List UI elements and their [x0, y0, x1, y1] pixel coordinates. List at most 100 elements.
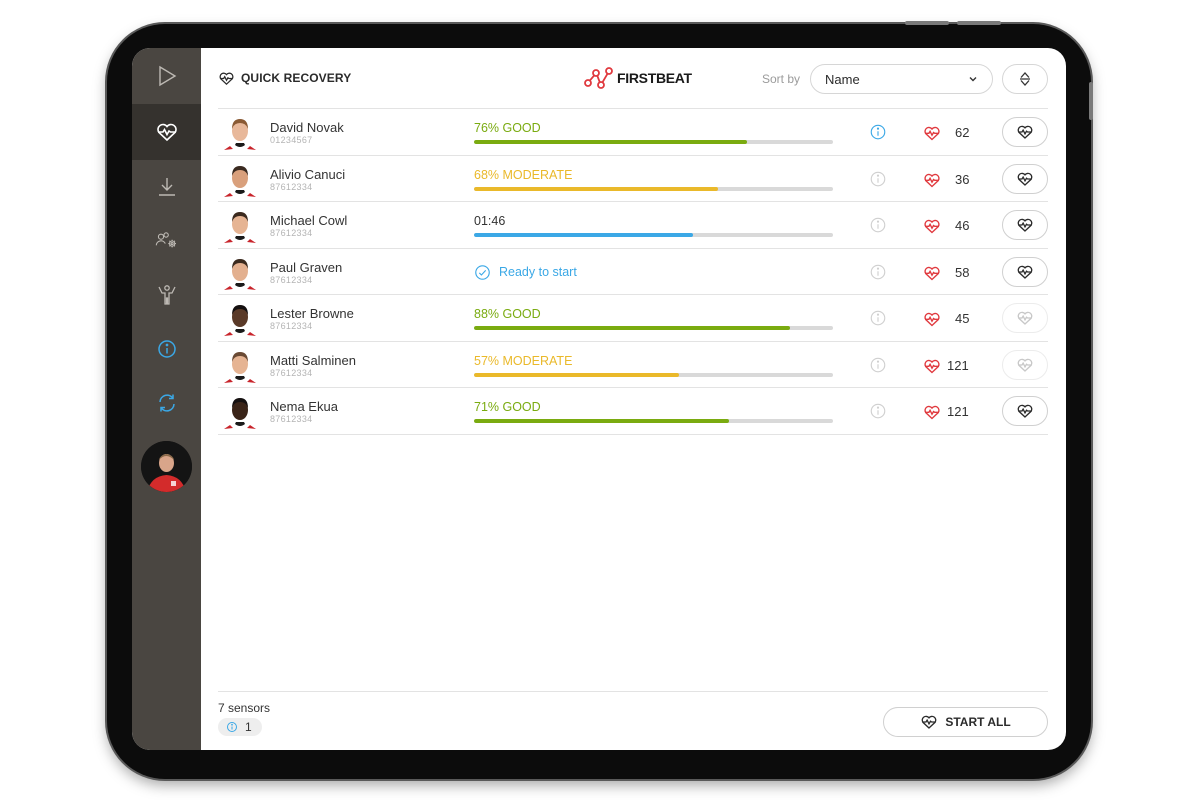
info-icon[interactable] — [869, 309, 887, 327]
info-icon[interactable] — [869, 216, 887, 234]
heart-rate-icon — [924, 126, 940, 141]
sidebar-item-athletes[interactable] — [132, 268, 201, 322]
info-count-chip[interactable]: 1 — [218, 718, 262, 736]
heart-rate-icon — [156, 123, 177, 142]
status-text: 76% GOOD — [474, 121, 541, 135]
heart-rate-icon — [924, 312, 940, 327]
athlete-row[interactable]: Lester Browne 87612334 88% GOOD 45 — [218, 295, 1048, 342]
athlete-avatar — [222, 114, 258, 152]
volume-down-button — [957, 21, 1001, 25]
heart-rate-icon — [924, 173, 940, 187]
info-icon[interactable] — [869, 356, 887, 374]
athlete-row[interactable]: Alivio Canuci 87612334 68% MODERATE 36 — [218, 156, 1048, 202]
athlete-avatar — [222, 393, 258, 431]
progress-fill — [474, 372, 679, 377]
heart-rate-icon — [1017, 172, 1033, 186]
athlete-id: 87612334 — [270, 367, 313, 378]
progress-fill — [474, 326, 790, 330]
users-settings-icon — [155, 232, 176, 248]
start-measurement-button[interactable] — [1002, 349, 1048, 380]
heart-rate-icon — [1017, 125, 1033, 139]
status-text: 57% MODERATE — [474, 353, 573, 368]
heart-rate-icon — [1017, 311, 1033, 325]
heart-rate-value: 36 — [955, 171, 970, 187]
progress-bar — [474, 326, 833, 330]
heart-rate-value: 58 — [955, 264, 970, 280]
page-title: QUICK RECOVERY — [218, 70, 351, 87]
power-button — [1089, 82, 1093, 120]
sort-order-icon — [1020, 72, 1030, 86]
info-icon[interactable] — [869, 123, 887, 141]
sidebar-item-play[interactable] — [132, 48, 201, 104]
sensor-count: 7 sensors — [218, 701, 271, 715]
sidebar-item-sync[interactable] — [132, 376, 201, 430]
athlete-avatar — [222, 254, 258, 292]
athlete-list: David Novak 01234567 76% GOOD 62 Alivio … — [218, 109, 1048, 435]
sort-order-button[interactable] — [1002, 64, 1048, 94]
progress-fill — [474, 419, 729, 423]
check-circle-icon — [475, 264, 490, 280]
progress-bar — [474, 419, 833, 423]
athlete-id: 87612334 — [270, 181, 313, 192]
athlete-id: 87612334 — [270, 274, 313, 285]
brand-name: FIRSTBEAT — [617, 70, 692, 86]
app-screen: QUICK RECOVERY FIRSTBEAT Sort by Name Da… — [132, 48, 1066, 750]
athlete-row[interactable]: Nema Ekua 87612334 71% GOOD 121 — [218, 388, 1048, 435]
athlete-row[interactable]: Michael Cowl 87612334 01:46 46 — [218, 202, 1048, 249]
info-count: 1 — [245, 720, 252, 734]
athlete-name: Nema Ekua — [270, 399, 338, 414]
info-icon — [157, 340, 176, 358]
athlete-name: Paul Graven — [270, 259, 343, 275]
sidebar-item-team-settings[interactable] — [132, 214, 201, 268]
start-measurement-button[interactable] — [1002, 303, 1048, 333]
info-icon[interactable] — [869, 402, 887, 420]
play-icon — [158, 65, 176, 87]
athlete-id: 87612334 — [270, 414, 313, 424]
athlete-icon — [157, 285, 176, 305]
heart-rate-icon — [1017, 404, 1033, 418]
athlete-row[interactable]: David Novak 01234567 76% GOOD 62 — [218, 109, 1048, 156]
athlete-avatar — [222, 161, 258, 199]
start-measurement-button[interactable] — [1002, 210, 1048, 240]
page-title-text: QUICK RECOVERY — [241, 71, 352, 85]
athlete-name: Alivio Canuci — [270, 166, 346, 182]
athlete-name: Matti Salminen — [270, 352, 356, 368]
sidebar-item-info[interactable] — [132, 322, 201, 376]
athlete-name: David Novak — [270, 120, 344, 135]
sort-selected-value: Name — [825, 71, 860, 87]
heart-rate-icon — [1017, 265, 1033, 279]
start-all-button[interactable]: START ALL — [883, 707, 1048, 737]
sort-label: Sort by — [761, 72, 800, 86]
info-icon[interactable] — [869, 170, 887, 188]
sort-select[interactable]: Name — [810, 64, 993, 94]
heart-rate-value: 62 — [955, 125, 970, 140]
progress-bar — [474, 186, 833, 191]
start-measurement-button[interactable] — [1002, 163, 1048, 194]
start-measurement-button[interactable] — [1002, 117, 1048, 147]
heart-rate-value: 121 — [947, 404, 969, 419]
status-text: 01:46 — [474, 214, 506, 228]
start-measurement-button[interactable] — [1002, 396, 1048, 426]
sync-icon — [158, 394, 175, 412]
athlete-row[interactable]: Matti Salminen 87612334 57% MODERATE 121 — [218, 342, 1048, 388]
sidebar-item-download[interactable] — [132, 160, 201, 214]
info-icon — [227, 722, 237, 732]
volume-up-button — [905, 21, 949, 25]
ready-status: Ready to start — [474, 264, 577, 281]
status-text: 68% MODERATE — [474, 167, 573, 182]
brand-logo: FIRSTBEAT — [584, 67, 692, 89]
start-measurement-button[interactable] — [1002, 256, 1048, 287]
progress-bar — [474, 372, 833, 377]
athlete-row[interactable]: Paul Graven 87612334 Ready to start 58 — [218, 249, 1048, 295]
sidebar-item-quick-recovery[interactable] — [132, 104, 201, 160]
status-text: 71% GOOD — [474, 400, 541, 414]
footer: 7 sensors 1 START ALL — [218, 691, 1048, 750]
header: QUICK RECOVERY FIRSTBEAT Sort by Name — [218, 48, 1048, 109]
user-photo — [141, 441, 192, 492]
info-icon[interactable] — [869, 263, 887, 281]
heart-rate-icon — [924, 359, 940, 373]
main-content: QUICK RECOVERY FIRSTBEAT Sort by Name Da… — [201, 48, 1066, 750]
athlete-id: 87612334 — [270, 228, 313, 238]
athlete-avatar — [222, 207, 258, 245]
user-avatar[interactable] — [141, 441, 192, 492]
